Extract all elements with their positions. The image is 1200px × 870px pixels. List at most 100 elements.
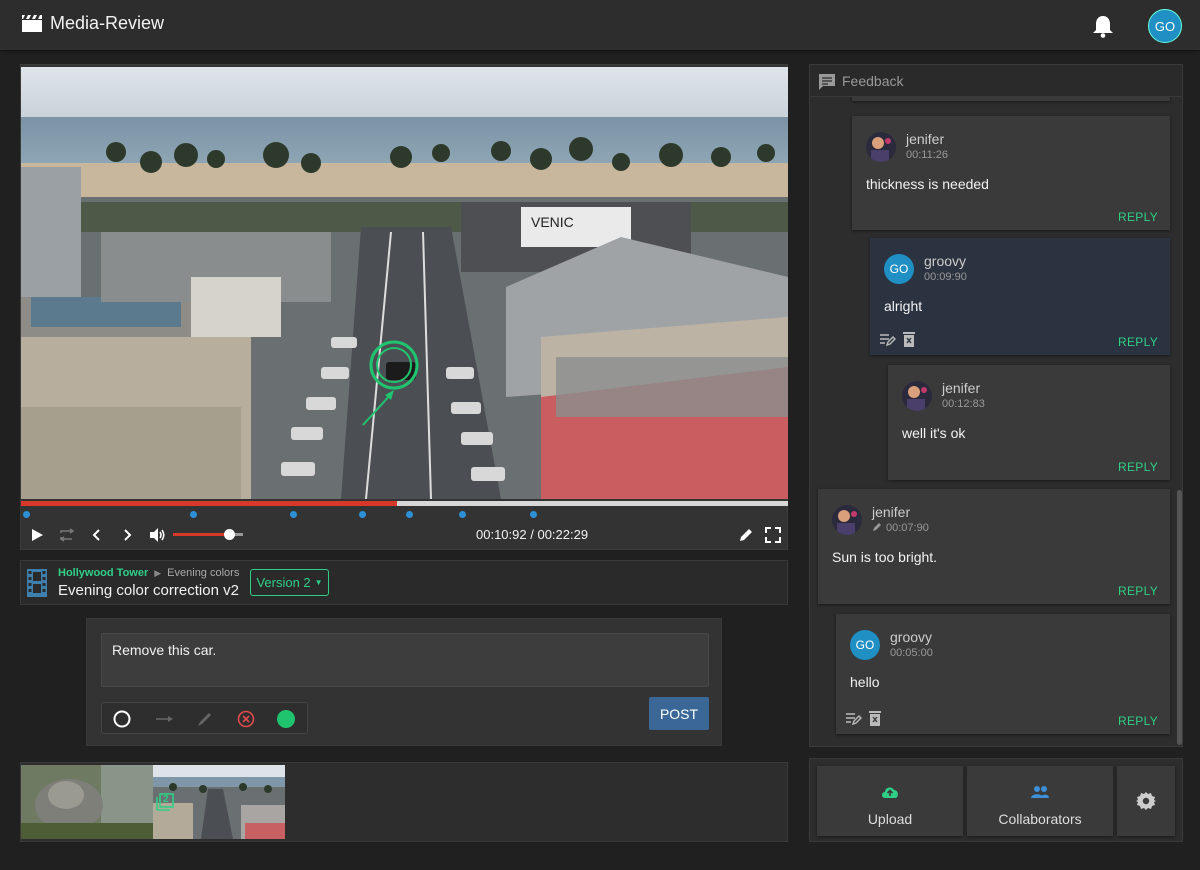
- comment-composer: Remove this car. POST: [86, 618, 722, 746]
- breadcrumb-project[interactable]: Hollywood Tower: [58, 567, 148, 579]
- caret-down-icon: ▼: [314, 578, 323, 587]
- version-select[interactable]: Version 2 ▼: [250, 569, 329, 596]
- comment-actions: [844, 709, 888, 727]
- app-bar: Media-Review GO: [0, 0, 1200, 50]
- comment-card: jenifer 00:12:83 well it's ok REPLY: [888, 365, 1170, 480]
- comment-timestamp[interactable]: 00:07:90: [872, 522, 929, 534]
- svg-text:VENIC: VENIC: [531, 214, 574, 230]
- reply-button[interactable]: REPLY: [1118, 460, 1158, 474]
- pencil-icon[interactable]: [736, 525, 756, 545]
- reply-button[interactable]: REPLY: [1118, 714, 1158, 728]
- post-button[interactable]: POST: [649, 697, 709, 730]
- breadcrumb-separator-icon: ▶: [154, 568, 162, 578]
- reply-button[interactable]: REPLY: [1118, 584, 1158, 598]
- comment-marker[interactable]: [406, 511, 413, 518]
- comment-actions: [878, 330, 922, 348]
- current-time: 00:10:92: [476, 527, 527, 542]
- upload-label: Upload: [867, 811, 913, 827]
- duration: 00:22:29: [537, 527, 589, 542]
- video-frame[interactable]: VENIC: [21, 67, 788, 499]
- edit-icon[interactable]: [844, 709, 862, 727]
- comment-timestamp[interactable]: 00:12:83: [942, 398, 985, 410]
- asset-info-bar: Hollywood Tower ▶ Evening colors Evening c…: [20, 560, 788, 605]
- comment-card: jenifer 00:11:26 thickness is needed REP…: [852, 116, 1170, 230]
- comment-card: GO groovy 00:05:00 hello REPLY: [836, 614, 1170, 734]
- feedback-title: Feedback: [842, 73, 904, 89]
- comment-text: Sun is too bright.: [832, 549, 938, 565]
- arrow-tool-icon[interactable]: [154, 709, 174, 729]
- play-icon[interactable]: [27, 525, 47, 545]
- comment-author: groovy: [890, 629, 933, 645]
- brush-tool-icon[interactable]: [195, 709, 215, 729]
- reply-button[interactable]: REPLY: [1118, 335, 1158, 349]
- breadcrumb: Hollywood Tower ▶ Evening colors: [58, 567, 239, 579]
- comment-marker[interactable]: [190, 511, 197, 518]
- thumbnail-version-1[interactable]: [21, 765, 153, 839]
- reply-button[interactable]: REPLY: [1118, 210, 1158, 224]
- feedback-panel: Feedback REPLY jenifer 00:11:26 thicknes…: [809, 64, 1183, 747]
- comment-input[interactable]: Remove this car.: [101, 633, 709, 687]
- avatar: GO: [884, 254, 914, 284]
- player-controls: 00:10:92 / 00:22:29: [21, 521, 788, 549]
- breadcrumb-folder[interactable]: Evening colors: [167, 567, 239, 579]
- comment-author: groovy: [924, 253, 967, 269]
- comment-marker[interactable]: [359, 511, 366, 518]
- delete-icon[interactable]: [900, 330, 918, 348]
- upload-button[interactable]: Upload: [817, 766, 963, 836]
- comment-text: alright: [884, 298, 923, 314]
- delete-icon[interactable]: [866, 709, 884, 727]
- edit-icon[interactable]: [878, 330, 896, 348]
- volume-fill: [173, 533, 229, 536]
- feedback-scrollbar[interactable]: [1177, 490, 1182, 745]
- clear-icon[interactable]: [236, 709, 256, 729]
- video-player: VENIC 00:10:92 / 00:22:29: [20, 64, 788, 550]
- comment-time-value: 00:07:90: [886, 522, 929, 534]
- comment-card: GO groovy 00:09:90 alright REPLY: [870, 238, 1170, 355]
- comment-marker[interactable]: [459, 511, 466, 518]
- fullscreen-icon[interactable]: [763, 525, 783, 545]
- circle-tool-icon[interactable]: [112, 709, 132, 729]
- time-display: 00:10:92 / 00:22:29: [476, 527, 588, 542]
- volume-icon[interactable]: [147, 525, 167, 545]
- color-swatch-icon[interactable]: [276, 709, 296, 729]
- gear-icon: [1136, 792, 1156, 810]
- comment-timestamp[interactable]: 00:11:26: [906, 149, 948, 161]
- annotation-toolbar: [101, 702, 308, 734]
- comment-timestamp[interactable]: 00:05:00: [890, 647, 933, 659]
- people-icon: [1031, 786, 1049, 798]
- avatar: [902, 381, 932, 411]
- avatar: [832, 505, 862, 535]
- drawing-indicator-icon: [873, 523, 881, 531]
- asset-title: Evening color correction v2: [58, 582, 239, 599]
- volume-slider[interactable]: [173, 529, 243, 540]
- loop-icon[interactable]: [57, 525, 77, 545]
- thumbnail-version-2[interactable]: 2: [153, 765, 285, 839]
- collaborators-button[interactable]: Collaborators: [967, 766, 1113, 836]
- settings-button[interactable]: [1117, 766, 1175, 836]
- comment-author: jenifer: [906, 131, 945, 147]
- version-thumbnails: 2: [20, 762, 788, 842]
- comment-text: thickness is needed: [866, 176, 989, 192]
- progress-fill: [21, 501, 397, 506]
- film-icon: [27, 569, 47, 597]
- cloud-upload-icon: [882, 787, 898, 798]
- comment-text: hello: [850, 674, 880, 690]
- asset-actions: Upload Collaborators: [809, 758, 1183, 842]
- user-avatar[interactable]: GO: [1148, 9, 1182, 43]
- comment-marker[interactable]: [530, 511, 537, 518]
- bell-icon[interactable]: [1092, 14, 1114, 38]
- comment-author: jenifer: [872, 504, 911, 520]
- comment-card: jenifer 00:07:90 Sun is too bright. REPL…: [818, 489, 1170, 604]
- comment-timestamp[interactable]: 00:09:90: [924, 271, 967, 283]
- comment-icon: [819, 74, 835, 90]
- volume-knob[interactable]: [224, 529, 235, 540]
- progress-bar[interactable]: [21, 501, 788, 506]
- comment-author: jenifer: [942, 380, 981, 396]
- next-frame-icon[interactable]: [117, 525, 137, 545]
- collaborators-label: Collaborators: [998, 811, 1082, 827]
- comment-marker[interactable]: [23, 511, 30, 518]
- avatar: GO: [850, 630, 880, 660]
- comment-marker[interactable]: [290, 511, 297, 518]
- version-label: Version 2: [256, 575, 311, 590]
- prev-frame-icon[interactable]: [87, 525, 107, 545]
